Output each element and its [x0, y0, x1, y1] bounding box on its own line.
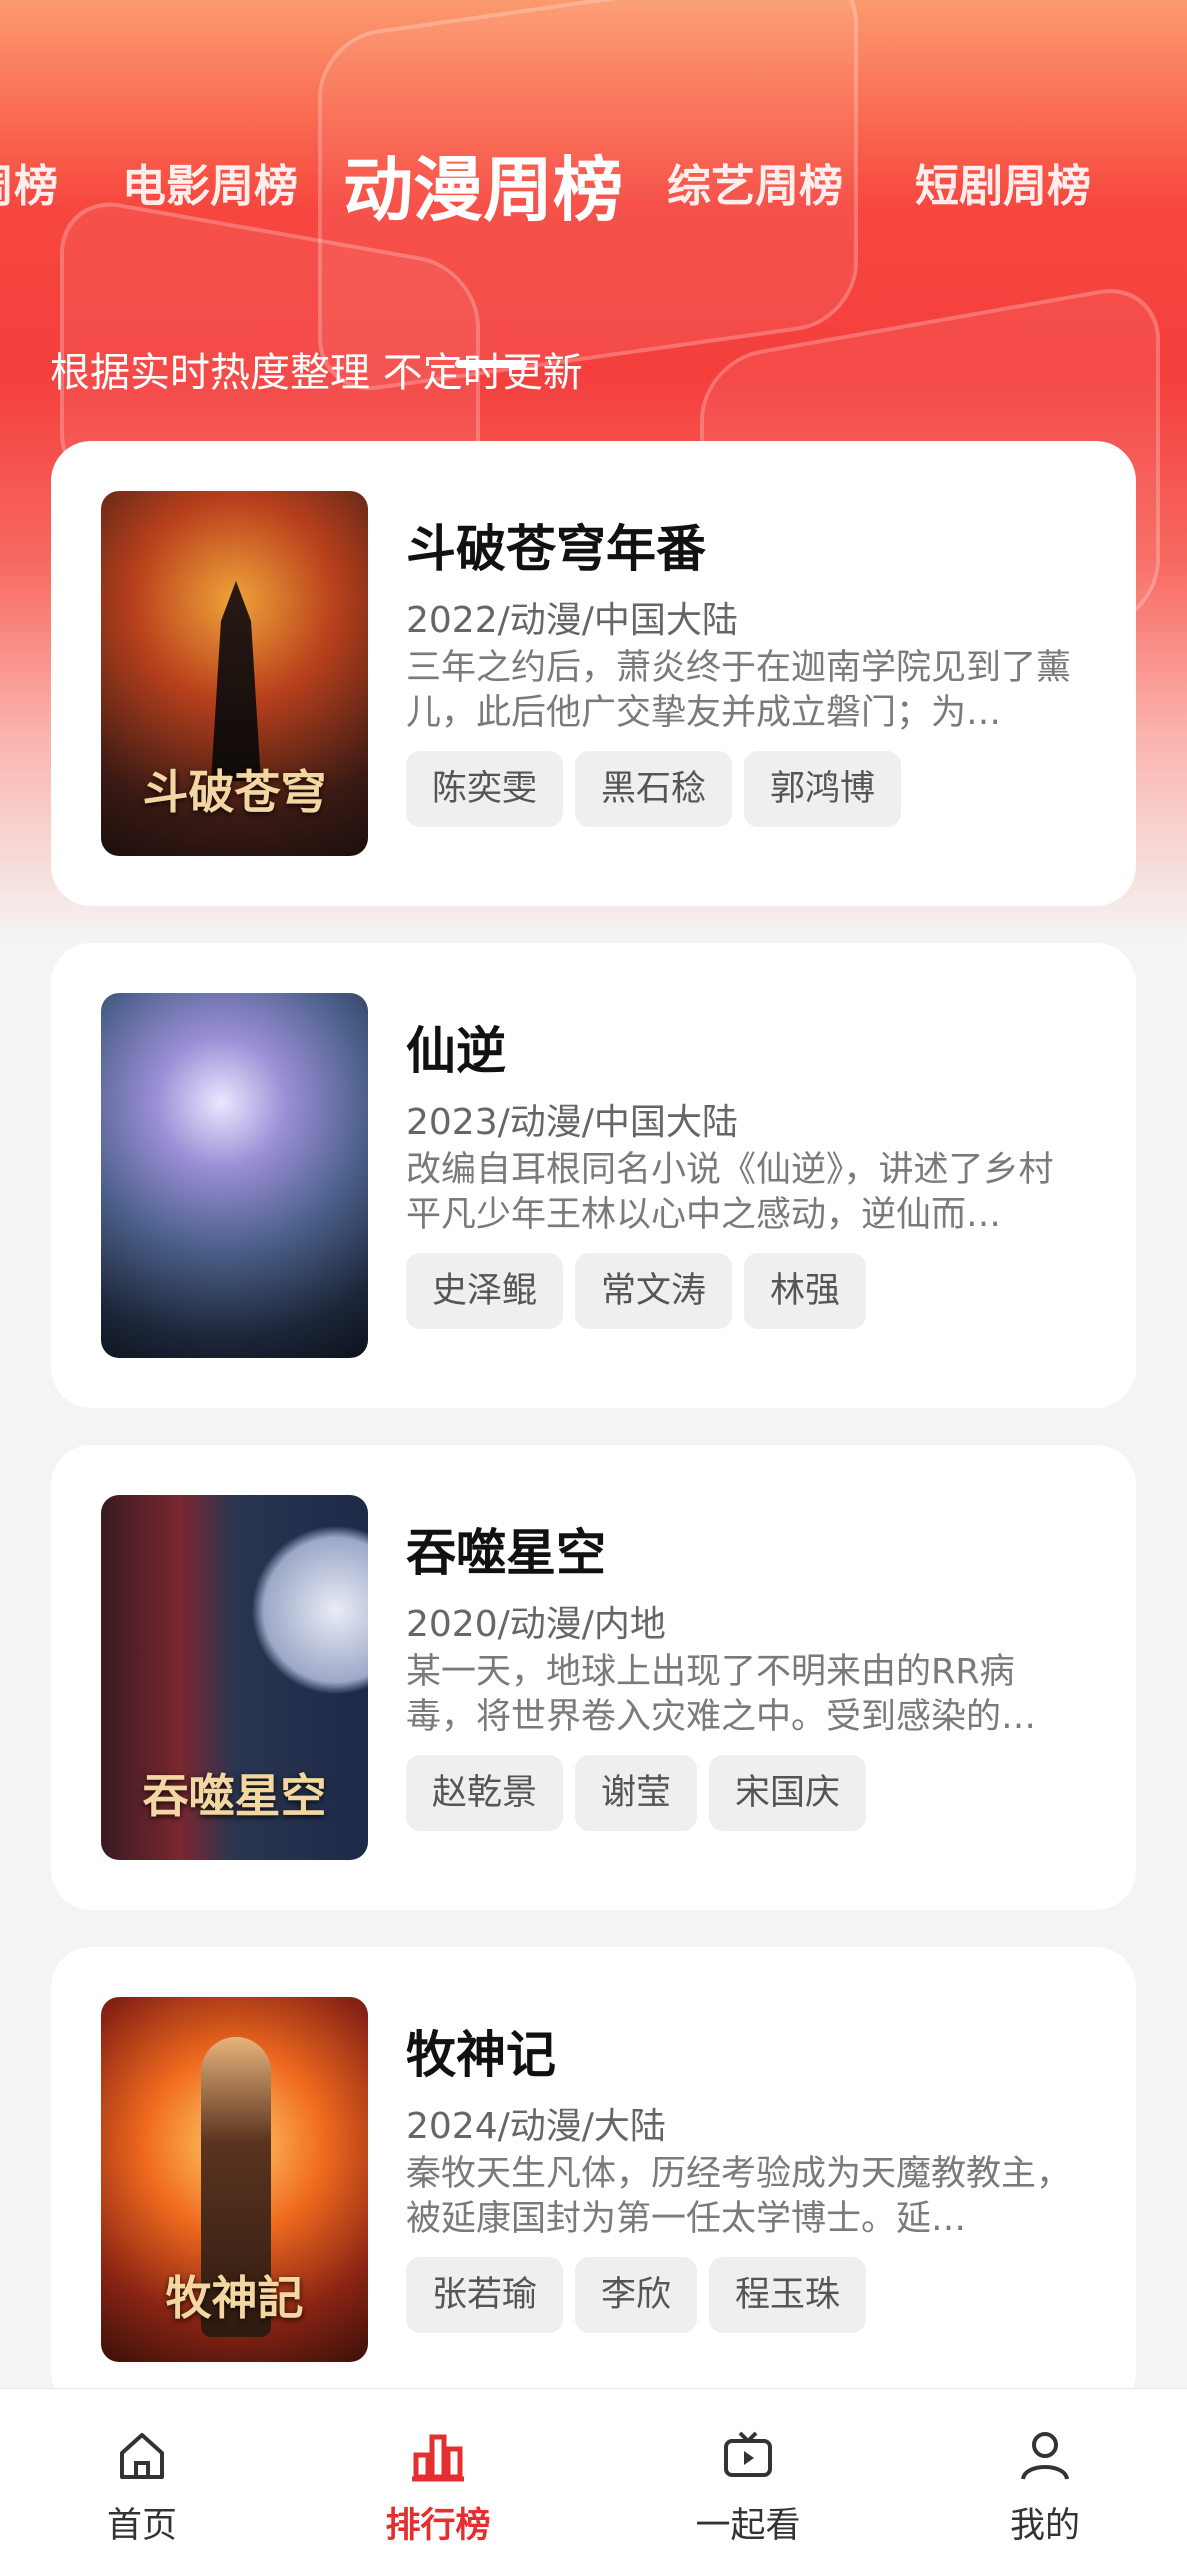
nav-home[interactable]: 首页 [42, 2389, 242, 2560]
cast-tags: 陈奕雯 黑石稔 郭鸿博 [406, 751, 902, 827]
show-meta: 2020/动漫/内地 [406, 1604, 666, 1645]
cast-tags: 赵乾景 谢莹 宋国庆 [406, 1755, 867, 1831]
ranking-card[interactable]: 牧神記 牧神记 2024/动漫/大陆 秦牧天生凡体，历经考验成为天魔教教主，被延… [51, 1947, 1136, 2412]
cast-tag[interactable]: 程玉珠 [709, 2257, 867, 2333]
cast-tags: 张若瑜 李欣 程玉珠 [406, 2257, 867, 2333]
nav-ranking[interactable]: 排行榜 [338, 2389, 538, 2560]
cast-tag[interactable]: 黑石稔 [575, 751, 733, 827]
cast-tag[interactable]: 张若瑜 [406, 2257, 564, 2333]
bottom-navigation: 首页 排行榜 一起看 我的 [0, 2388, 1187, 2560]
show-meta: 2024/动漫/大陆 [406, 2106, 666, 2147]
poster-image[interactable]: 牧神記 [101, 1997, 368, 2362]
tab-weekly-partial[interactable]: 周榜 [0, 150, 58, 214]
ranking-card[interactable]: 吞噬星空 吞噬星空 2020/动漫/内地 某一天，地球上出现了不明来由的RR病毒… [51, 1445, 1136, 1910]
cast-tag[interactable]: 林强 [744, 1253, 867, 1329]
nav-watch-together-label: 一起看 [695, 2506, 801, 2546]
ranking-card[interactable]: 仙逆 2023/动漫/中国大陆 改编自耳根同名小说《仙逆》，讲述了乡村平凡少年王… [51, 943, 1136, 1408]
show-title[interactable]: 斗破苍穹年番 [406, 509, 706, 581]
show-description: 秦牧天生凡体，历经考验成为天魔教教主，被延康国封为第一任太学博士。延… [406, 2154, 1072, 2239]
tab-movie-weekly[interactable]: 电影周榜 [122, 150, 298, 214]
show-description: 改编自耳根同名小说《仙逆》，讲述了乡村平凡少年王林以心中之感动，逆仙而… [406, 1150, 1054, 1235]
cast-tag[interactable]: 常文涛 [575, 1253, 733, 1329]
ranking-page: 周榜 电影周榜 动漫周榜 综艺周榜 短剧周榜 根据实时热度整理 不定时更新 斗破… [0, 0, 1187, 2560]
cast-tag[interactable]: 谢莹 [575, 1755, 698, 1831]
nav-watch-together[interactable]: 一起看 [648, 2389, 848, 2560]
nav-profile-label: 我的 [1009, 2506, 1080, 2546]
show-title[interactable]: 吞噬星空 [406, 1513, 606, 1585]
tab-anime-weekly[interactable]: 动漫周榜 [343, 134, 623, 235]
tv-icon [724, 2431, 772, 2477]
show-title[interactable]: 仙逆 [406, 1011, 506, 1083]
cast-tag[interactable]: 李欣 [575, 2257, 698, 2333]
poster-image[interactable] [101, 993, 368, 1358]
cast-tag[interactable]: 史泽鲲 [406, 1253, 564, 1329]
show-title[interactable]: 牧神记 [406, 2015, 556, 2087]
show-description: 三年之约后，萧炎终于在迦南学院见到了薰儿，此后他广交挚友并成立磐门；为… [406, 648, 1072, 733]
home-icon [120, 2433, 164, 2479]
ranking-tabs: 周榜 电影周榜 动漫周榜 综艺周榜 短剧周榜 [0, 120, 1187, 368]
poster-title-text: 斗破苍穹 [142, 765, 327, 819]
nav-ranking-label: 排行榜 [385, 2506, 491, 2546]
chart-icon [412, 2434, 464, 2482]
cast-tag[interactable]: 宋国庆 [709, 1755, 867, 1831]
poster-image[interactable]: 斗破苍穹 [101, 491, 368, 856]
nav-profile[interactable]: 我的 [945, 2389, 1145, 2560]
show-meta: 2022/动漫/中国大陆 [406, 600, 738, 641]
cast-tags: 史泽鲲 常文涛 林强 [406, 1253, 867, 1329]
cast-tag[interactable]: 陈奕雯 [406, 751, 564, 827]
cast-tag[interactable]: 郭鸿博 [744, 751, 902, 827]
tab-short-drama-weekly[interactable]: 短剧周榜 [915, 150, 1091, 214]
poster-title-text: 牧神記 [165, 2271, 304, 2325]
cast-tag[interactable]: 赵乾景 [406, 1755, 564, 1831]
ranking-subtitle: 根据实时热度整理 不定时更新 [50, 350, 583, 396]
nav-home-label: 首页 [106, 2506, 177, 2546]
poster-art [101, 993, 368, 1358]
user-icon [1021, 2432, 1069, 2480]
poster-title-text: 吞噬星空 [142, 1769, 327, 1823]
ranking-card[interactable]: 斗破苍穹 斗破苍穹年番 2022/动漫/中国大陆 三年之约后，萧炎终于在迦南学院… [51, 441, 1136, 906]
tab-variety-weekly[interactable]: 综艺周榜 [667, 150, 843, 214]
show-meta: 2023/动漫/中国大陆 [406, 1102, 738, 1143]
show-description: 某一天，地球上出现了不明来由的RR病毒，将世界卷入灾难之中。受到感染的… [406, 1652, 1037, 1737]
poster-image[interactable]: 吞噬星空 [101, 1495, 368, 1860]
